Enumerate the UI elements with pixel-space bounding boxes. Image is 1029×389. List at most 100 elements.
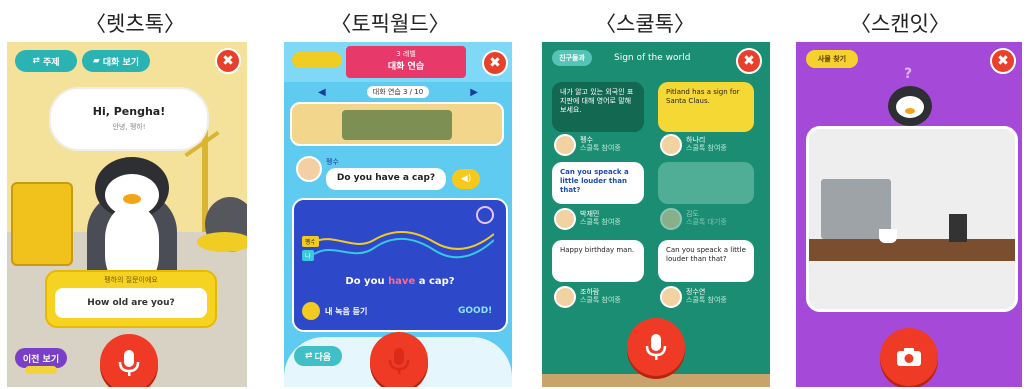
topic-button-label: 주제 — [42, 57, 60, 68]
question-title: 펭하의 질문이에요 — [104, 276, 158, 284]
pitch-graph — [314, 230, 494, 259]
hint-mark: ? — [904, 66, 913, 82]
sentence-part: Do you — [345, 276, 389, 287]
navigation-bar: ◀ 대화 연습 3 / 10 ▶ — [318, 84, 478, 100]
avatar — [554, 286, 576, 308]
record-play-icon — [302, 302, 320, 320]
next-button[interactable]: ⇄ 다음 — [294, 346, 342, 366]
find-object-label: 사물 찾기 — [817, 55, 847, 63]
microphone-button[interactable] — [370, 332, 428, 387]
topicworld-screen: 3 레벨 대화 연습 ✖ ◀ 대화 연습 3 / 10 ▶ 펭수 Do you … — [284, 42, 512, 387]
person-name: 박재민 스쿨톡 참여중 — [580, 210, 621, 227]
close-button[interactable]: ✖ — [482, 50, 508, 76]
microphone-icon — [388, 348, 410, 374]
desk — [809, 239, 1015, 261]
speech-text: Do you have a cap? — [336, 173, 436, 184]
pronunciation-graph-card: 펭수 나 Do you have a cap? 내 녹음 듣기 GOOD! — [292, 198, 508, 332]
message-bubble: Pitland has a sign for Santa Claus. — [658, 82, 754, 132]
message-text: Pitland has a sign for Santa Claus. — [666, 88, 740, 105]
avatar — [554, 208, 576, 230]
graph-tag-2: 나 — [302, 250, 314, 261]
camera-button[interactable] — [880, 328, 938, 386]
airplane-decoration — [292, 52, 342, 68]
speaker-avatar — [296, 156, 322, 182]
schooltalk-screen: 친구들과 Sign of the world ✖ 내가 알고 있는 외국인 표지… — [542, 42, 770, 387]
speaker-name: 펭수 — [326, 158, 339, 166]
friends-tag[interactable]: 친구들과 — [552, 50, 592, 66]
question-card: 펭하의 질문이에요 How old are you? — [45, 270, 217, 328]
side-penguin-tray — [197, 232, 247, 252]
message-text: Can you speack a little louder than that… — [560, 168, 629, 194]
topic-button[interactable]: ⇄ 주제 — [15, 50, 77, 72]
find-object-tag[interactable]: 사물 찾기 — [806, 50, 858, 68]
friends-tag-label: 친구들과 — [559, 54, 585, 62]
level-label: 3 레벨 — [396, 50, 416, 58]
caption-letstalk: 〈렛츠톡〉 — [85, 12, 185, 36]
close-icon: ✖ — [489, 55, 501, 71]
person-name: 조하람 스쿨톡 참여중 — [580, 288, 621, 305]
sentence-highlight: have — [388, 276, 416, 287]
avatar — [554, 134, 576, 156]
person-name: 정수연 스쿨톡 참여중 — [686, 288, 727, 305]
close-icon: ✖ — [743, 53, 755, 69]
message-bubble-empty — [658, 162, 754, 204]
next-button-label: 다음 — [314, 352, 332, 363]
speaker-icon: ◀) — [460, 174, 472, 184]
my-record-label: 내 녹음 듣기 — [325, 306, 368, 316]
avatar — [660, 134, 682, 156]
message-bubble: Can you speack a little louder than that… — [552, 162, 644, 204]
message-bubble: Happy birthday man. — [552, 240, 644, 282]
view-chat-button[interactable]: ▰ 대화 보기 — [82, 50, 150, 72]
nav-label: 대화 연습 3 / 10 — [366, 86, 430, 98]
close-button[interactable]: ✖ — [736, 48, 762, 74]
camera-viewfinder — [806, 126, 1018, 312]
message-text: Can you speack a little louder than that… — [666, 246, 746, 263]
greeting-text: Hi, Pengha! — [92, 105, 166, 118]
message-bubble: 내가 알고 있는 외국인 표지판에 대해 영어로 말해보세요. — [552, 82, 644, 132]
microphone-icon — [645, 334, 667, 360]
caption-scanit: 〈스캔잇〉 — [850, 12, 950, 36]
letstalk-screen: ⇄ 주제 ▰ 대화 보기 ✖ Hi, Pengha! 안녕, 펭하! 펭하의 질문이… — [7, 42, 247, 387]
avatar — [660, 208, 682, 230]
person-name: 펭수 스쿨톡 참여중 — [580, 136, 621, 153]
microphone-button[interactable] — [627, 318, 685, 376]
refresh-icon: ⇄ — [32, 56, 40, 66]
next-arrow-icon[interactable]: ▶ — [470, 87, 478, 98]
greeting-bubble: Hi, Pengha! 안녕, 펭하! — [49, 87, 209, 151]
sentence-part: a cap? — [415, 276, 455, 287]
banner-title: 대화 연습 — [387, 62, 425, 72]
close-button[interactable]: ✖ — [990, 48, 1016, 74]
greeting-subtext: 안녕, 펭하! — [112, 122, 146, 131]
microphone-icon — [118, 350, 140, 376]
previous-view-button[interactable]: 이전 보기 — [15, 348, 67, 368]
my-record-button[interactable]: 내 녹음 듣기 — [302, 302, 367, 320]
score-label: GOOD! — [458, 306, 493, 316]
play-audio-button[interactable]: ◀) — [452, 169, 480, 189]
level-banner: 3 레벨 대화 연습 — [346, 46, 466, 78]
scanit-screen: 사물 찾기 ✖ ? — [796, 42, 1022, 387]
message-bubble: Can you speack a little louder than that… — [658, 240, 754, 282]
close-icon: ✖ — [997, 53, 1009, 69]
question-text: How old are you? — [55, 288, 207, 318]
previous-view-label: 이전 보기 — [22, 354, 60, 365]
prev-arrow-icon[interactable]: ◀ — [318, 87, 326, 98]
person-name: 김도 스쿨톡 대기중 — [686, 210, 727, 227]
previous-view-tab — [25, 366, 57, 374]
chat-icon: ▰ — [92, 56, 100, 66]
view-chat-label: 대화 보기 — [102, 57, 140, 68]
person-name: 하나리 스쿨톡 참여중 — [686, 136, 727, 153]
close-button[interactable]: ✖ — [215, 48, 241, 74]
avatar — [660, 286, 682, 308]
penguin-peek — [888, 86, 932, 126]
message-text: Happy birthday man. — [560, 246, 635, 254]
microphone-button[interactable] — [100, 334, 158, 387]
caption-topicworld: 〈토픽월드〉 — [330, 12, 450, 36]
close-icon: ✖ — [222, 53, 234, 69]
chat-title: Sign of the world — [614, 53, 691, 63]
cup — [879, 229, 897, 243]
caption-schooltalk: 〈스쿨톡〉 — [595, 12, 695, 36]
scene-image — [290, 102, 504, 146]
pen-holder — [949, 214, 967, 242]
message-text: 내가 알고 있는 외국인 표지판에 대해 영어로 말해보세요. — [560, 88, 634, 114]
camera-icon — [897, 348, 921, 366]
